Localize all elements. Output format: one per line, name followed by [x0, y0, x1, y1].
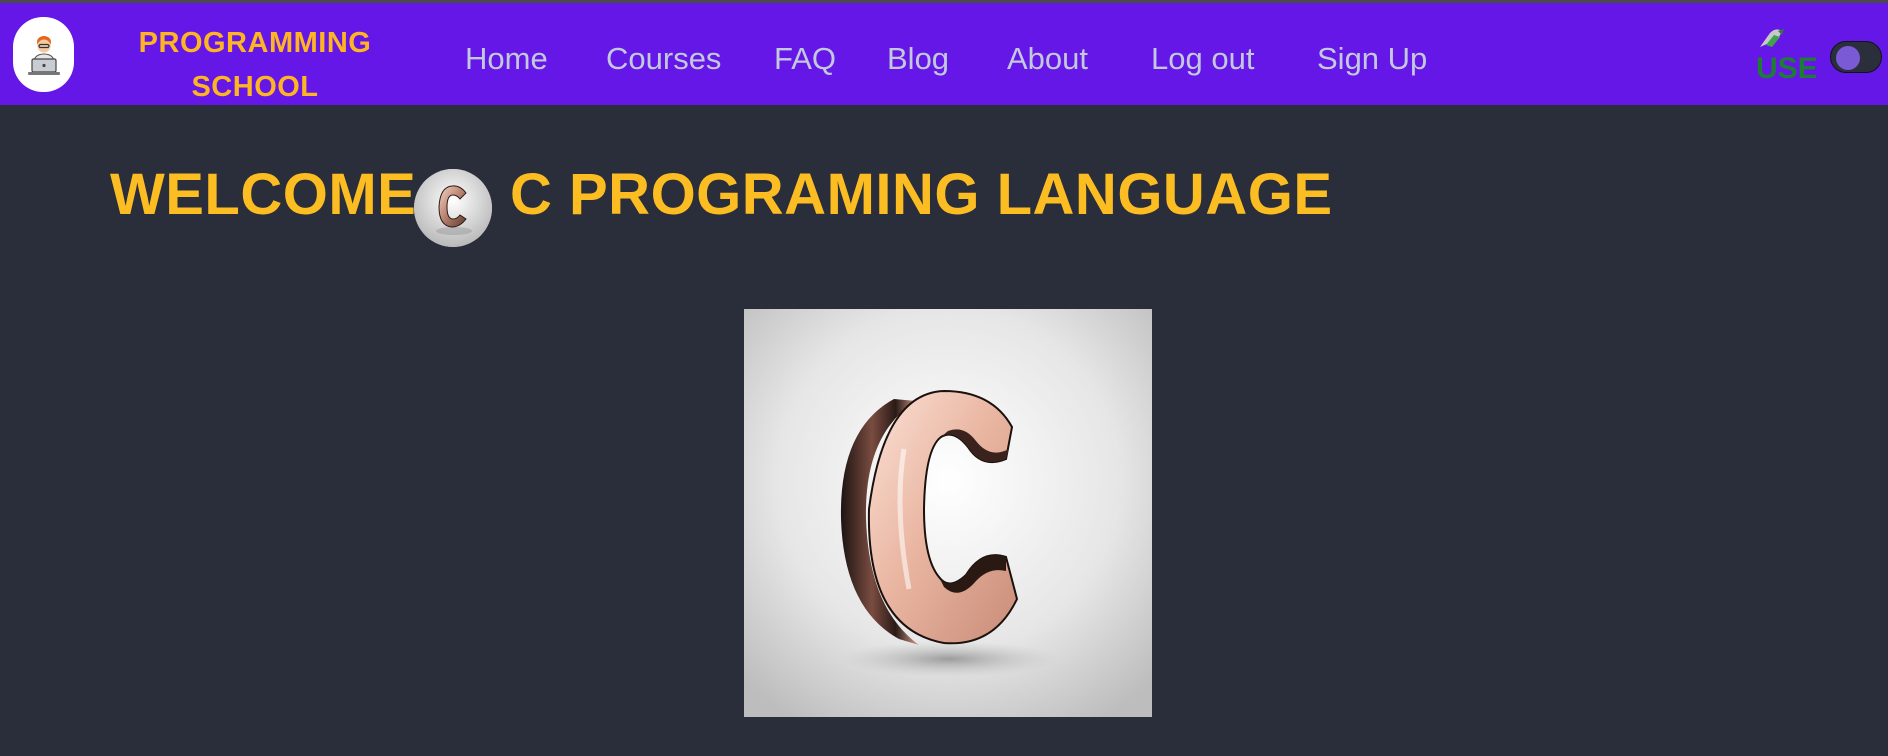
programmer-at-laptop-icon [27, 35, 60, 75]
brand-line-1: PROGRAMMING [138, 27, 372, 59]
c-letter-badge-icon [414, 169, 492, 247]
nav-blog[interactable]: Blog [887, 39, 949, 79]
user-label[interactable]: USER [1756, 51, 1816, 89]
top-navbar: PROGRAMMING SCHOOL Home Courses FAQ Blog… [0, 3, 1888, 105]
nav-home[interactable]: Home [465, 39, 548, 79]
nav-log-out[interactable]: Log out [1151, 39, 1254, 79]
welcome-heading: WELCOME [110, 162, 417, 227]
nav-faq[interactable]: FAQ [774, 39, 836, 79]
user-avatar-broken-image-icon[interactable] [1758, 27, 1788, 49]
c-language-heading: C PROGRAMING LANGUAGE [510, 162, 1333, 227]
rose-gold-3d-letter-c-icon [744, 309, 1152, 717]
theme-toggle[interactable] [1830, 41, 1882, 73]
nav-sign-up[interactable]: Sign Up [1317, 39, 1427, 79]
nav-courses[interactable]: Courses [606, 39, 721, 79]
brand-line-2: SCHOOL [191, 71, 319, 103]
site-logo[interactable] [13, 17, 74, 92]
toggle-knob [1836, 46, 1860, 70]
nav-about[interactable]: About [1007, 39, 1088, 79]
brand-name[interactable]: PROGRAMMING SCHOOL [110, 21, 400, 109]
